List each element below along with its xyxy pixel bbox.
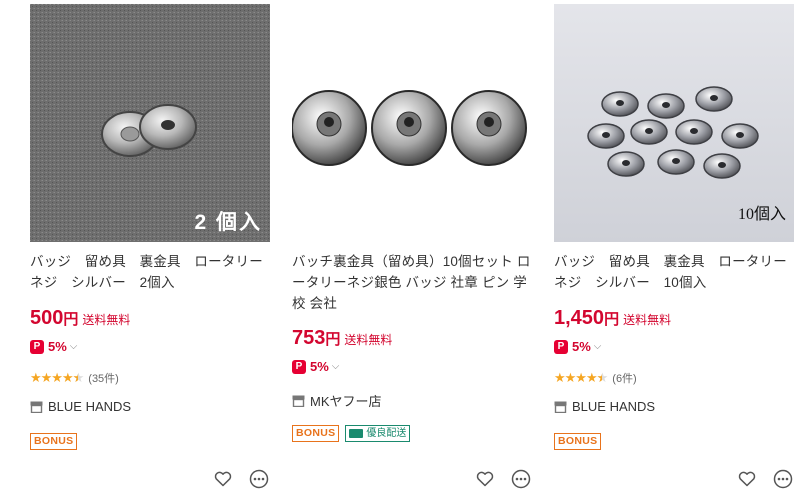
rating[interactable]: ★★★★★ (35件) [30,370,119,386]
card-actions [212,468,270,490]
product-image[interactable]: 2 個入 [30,4,270,242]
chevron-down-icon: ⌵ [331,361,340,372]
store-icon [554,401,567,413]
more-button[interactable] [772,468,794,490]
product-title[interactable]: バッジ 留め具 裏金具 ロータリーネジ シルバー 2個入 [30,251,270,293]
bonus-badge: BONUS [30,433,78,450]
price-row: 1,450 円 送料無料 [554,307,671,330]
card-actions [474,468,532,490]
paypay-icon: P [30,339,44,354]
price-yen: 円 [63,311,79,328]
store[interactable]: BLUE HANDS [554,399,655,414]
star-rating: ★★★★★ [554,370,608,386]
price: 1,450 [554,307,605,329]
star-rating: ★★★★★ [30,370,84,386]
image-overlay-label: 2 個入 [194,211,262,234]
bonus-badge: BONUS [292,425,340,442]
badges: BONUS [30,433,78,450]
product-card-3[interactable]: 10個入 バッジ 留め具 裏金具 ロータリーネジ シルバー 10個入 1,450… [554,0,794,493]
store-icon [292,395,305,407]
price: 500 [30,307,64,329]
image-overlay-label: 10個入 [737,206,786,223]
review-count: (6件) [612,373,637,385]
more-icon [249,469,269,489]
heart-icon [214,471,232,487]
badges: BONUS [554,433,602,450]
paypay-icon: P [292,359,306,374]
more-button[interactable] [248,468,270,490]
pay-percent: 5% [572,339,591,354]
fast-delivery-badge: 優良配送 [345,425,411,442]
price: 753 [292,327,326,349]
paypay-icon: P [554,339,568,354]
store-name: MKヤフー店 [310,394,382,409]
store-name: BLUE HANDS [572,399,656,414]
chevron-down-icon: ⌵ [69,341,78,352]
product-card-2[interactable]: バッチ裏金具（留め具）10個セット ロータリーネジ銀色 バッジ 社章 ピン 学校… [292,0,532,493]
price-row: 500 円 送料無料 [30,307,130,330]
card-actions [736,468,794,490]
price-row: 753 円 送料無料 [292,327,392,350]
product-card-1[interactable]: 2 個入 バッジ 留め具 裏金具 ロータリーネジ シルバー 2個入 500 円 … [30,0,270,493]
badges: BONUS 優良配送 [292,425,411,442]
paypay-bonus[interactable]: P 5% ⌵ [30,339,77,354]
paypay-bonus[interactable]: P 5% ⌵ [554,339,601,354]
chevron-down-icon: ⌵ [593,341,602,352]
fast-delivery-label: 優良配送 [366,428,407,439]
more-icon [511,469,531,489]
store-name: BLUE HANDS [48,399,132,414]
price-yen: 円 [604,311,620,328]
product-image[interactable] [292,4,532,242]
free-shipping: 送料無料 [623,313,672,327]
price-yen: 円 [325,331,341,348]
free-shipping: 送料無料 [82,313,131,327]
rating[interactable]: ★★★★★ (6件) [554,370,637,386]
store[interactable]: BLUE HANDS [30,399,131,414]
truck-icon [349,429,364,438]
heart-icon [476,471,494,487]
more-icon [773,469,793,489]
product-image[interactable]: 10個入 [554,4,794,242]
product-title[interactable]: バッチ裏金具（留め具）10個セット ロータリーネジ銀色 バッジ 社章 ピン 学校… [292,251,532,314]
pay-percent: 5% [310,359,329,374]
store-icon [30,401,43,413]
pay-percent: 5% [48,339,67,354]
store[interactable]: MKヤフー店 [292,391,382,410]
paypay-bonus[interactable]: P 5% ⌵ [292,359,339,374]
favorite-button[interactable] [736,468,758,490]
more-button[interactable] [510,468,532,490]
heart-icon [738,471,756,487]
free-shipping: 送料無料 [344,333,393,347]
review-count: (35件) [88,373,119,385]
bonus-badge: BONUS [554,433,602,450]
favorite-button[interactable] [474,468,496,490]
favorite-button[interactable] [212,468,234,490]
product-photo [292,4,532,242]
product-title[interactable]: バッジ 留め具 裏金具 ロータリーネジ シルバー 10個入 [554,251,794,293]
